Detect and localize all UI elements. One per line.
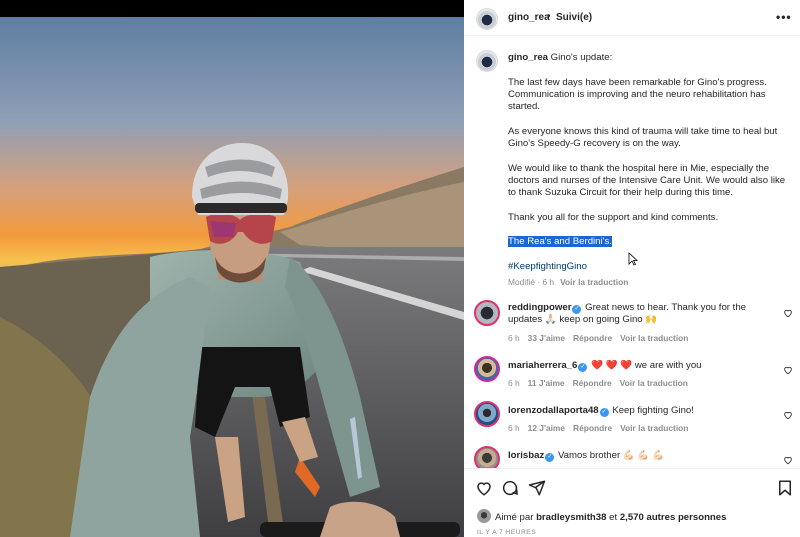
comment-icon[interactable] [501,479,519,497]
verified-badge-icon: ✓ [545,453,555,462]
post-time-ago[interactable]: IL Y A 7 HEURES [477,529,536,536]
author-username[interactable]: gino_rea [508,12,550,23]
comment-username[interactable]: lorenzodallaporta48 [508,405,599,416]
comment-body: Keep fighting Gino! [612,405,694,416]
caption-paragraph-2: As everyone knows this kind of trauma wi… [508,125,778,150]
liked-by-mid: et [609,512,618,523]
translate-button[interactable]: Voir la traduction [620,378,688,388]
share-icon[interactable] [528,479,546,497]
heart-icon[interactable] [783,308,793,318]
translate-button[interactable]: Voir la traduction [620,333,688,343]
comment-meta: 6 h 33 J'aime Répondre Voir la traduction [508,333,696,343]
caption-translate-link[interactable]: Voir la traduction [560,277,628,287]
post-header: gino_rea • Suivi(e) ••• [464,0,800,36]
caption-paragraph-4: Thank you all for the support and kind c… [508,211,719,223]
comment-time: 6 h [508,423,520,433]
comment-body: ❤️ ❤️ ❤️ we are with you [591,360,702,371]
caption-paragraph-3: We would like to thank the hospital here… [508,162,786,199]
caption-paragraph-1: The last few days have been remarkable f… [508,76,767,113]
cyclist-selfie-illustration [0,17,464,537]
caption-username[interactable]: gino_rea [508,52,548,63]
commenter-avatar[interactable] [474,300,500,326]
liked-by-prefix: Aimé par [495,512,534,523]
comment-likes[interactable]: 11 J'aime [528,378,565,388]
liked-by-count[interactable]: 2,570 autres personnes [620,512,727,523]
comment-text: mariaherrera_6 ✓ ❤️ ❤️ ❤️ we are with you [508,360,776,372]
comment-likes[interactable]: 12 J'aime [528,423,565,433]
commenter-avatar[interactable] [474,356,500,382]
cursor-icon [628,252,638,266]
reply-button[interactable]: Répondre [573,378,612,388]
verified-badge-icon: ✓ [578,363,588,372]
post-photo[interactable] [0,17,464,537]
heart-icon[interactable] [783,410,793,420]
reply-button[interactable]: Répondre [573,423,612,433]
comment-time: 6 h [508,333,520,343]
heart-icon[interactable] [475,479,493,497]
comment-username[interactable]: lorisbaz [508,450,544,461]
liker-avatar[interactable] [477,509,491,523]
caption-meta: Modifié · 6 h Voir la traduction [508,277,628,287]
verified-badge-icon: ✓ [572,305,582,314]
more-icon[interactable]: ••• [776,10,792,24]
likes-summary: Aimé par bradleysmith38 et 2,570 autres … [477,509,726,523]
liked-by-user[interactable]: bradleysmith38 [536,512,606,523]
post-actions-bar: Aimé par bradleysmith38 et 2,570 autres … [464,468,800,537]
comment-username[interactable]: mariaherrera_6 [508,360,577,371]
comment-body: Vamos brother 💪🏻 💪🏻 💪🏻 [557,450,664,461]
caption-intro: Gino's update: [550,52,613,63]
post-caption: gino_rea Gino's update: The last few day… [508,52,794,286]
caption-signoff-selected: The Rea's and Berdini's. [508,236,612,248]
bookmark-icon[interactable] [776,479,794,497]
translate-button[interactable]: Voir la traduction [620,423,688,433]
comment-text: lorisbaz ✓ Vamos brother 💪🏻 💪🏻 💪🏻 [508,450,776,462]
verified-badge-icon: ✓ [599,408,609,417]
heart-icon[interactable] [783,365,793,375]
top-black-bar [0,0,464,17]
author-avatar[interactable] [476,8,498,30]
follow-status-button[interactable]: Suivi(e) [556,12,592,23]
comment-text: lorenzodallaporta48 ✓ Keep fighting Gino! [508,405,776,417]
comment-meta: 6 h 12 J'aime Répondre Voir la traduction [508,423,696,433]
comment-username[interactable]: reddingpower [508,302,571,313]
post-side-panel: gino_rea • Suivi(e) ••• gino_rea Gino's … [464,0,800,537]
comment-text: reddingpower ✓ Great news to hear. Thank … [508,302,776,327]
commenter-avatar[interactable] [474,401,500,427]
caption-author-avatar[interactable] [476,50,498,72]
separator-dot: • [547,11,551,22]
reply-button[interactable]: Répondre [573,333,612,343]
comment-meta: 6 h 11 J'aime Répondre Voir la traduction [508,378,696,388]
comment-likes[interactable]: 33 J'aime [528,333,565,343]
heart-icon[interactable] [783,455,793,465]
comment-time: 6 h [508,378,520,388]
hashtag-link[interactable]: #KeepfightingGino [508,261,587,272]
edited-time: Modifié · 6 h [508,277,555,287]
